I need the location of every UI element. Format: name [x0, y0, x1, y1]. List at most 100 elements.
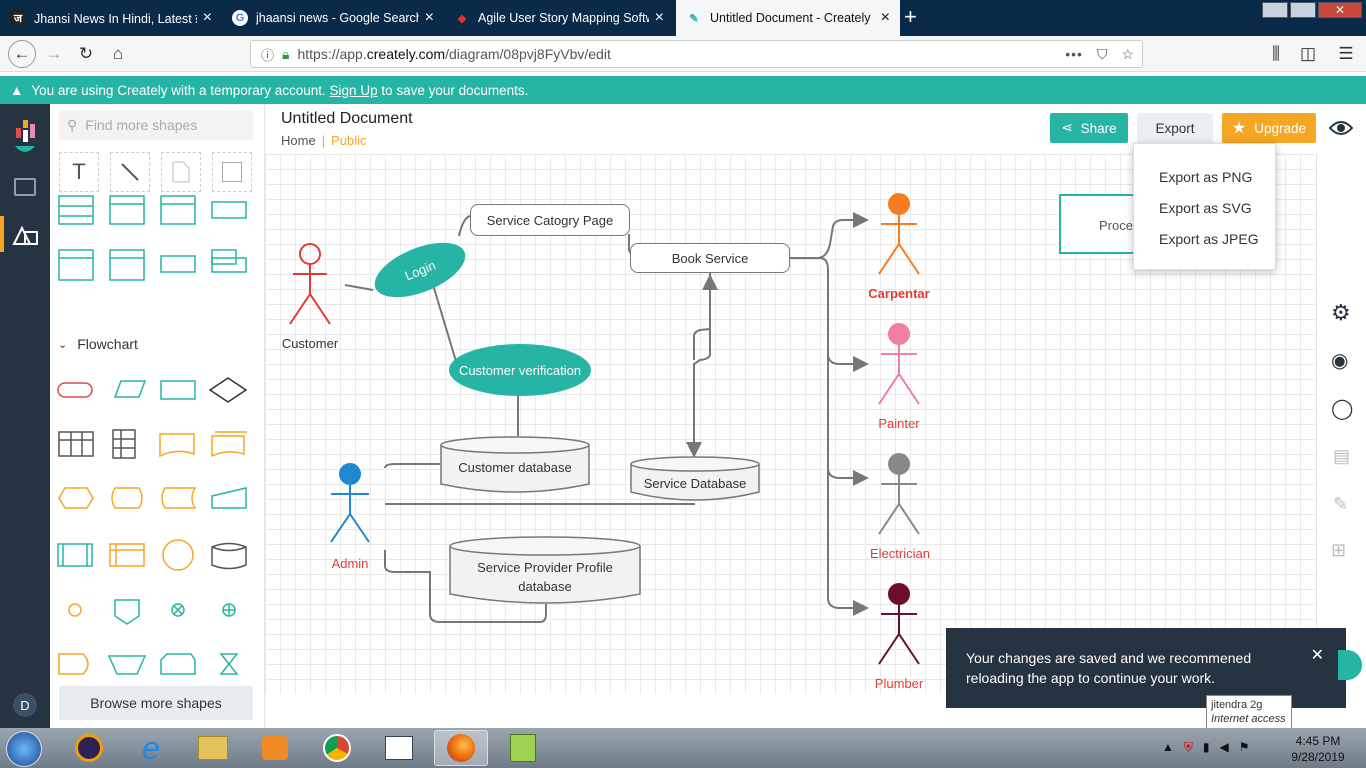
page-actions-icon[interactable]: •••	[1065, 46, 1083, 62]
tray-expand-icon[interactable]: ▲	[1162, 740, 1174, 755]
breadcrumb: Home | Public	[281, 133, 367, 148]
notes-icon[interactable]: ▤	[1333, 446, 1350, 467]
close-tab-icon[interactable]: ×	[203, 9, 212, 27]
comment-icon[interactable]: ◯	[1331, 396, 1353, 421]
notes-app-icon[interactable]	[372, 730, 426, 766]
sign-up-link[interactable]: Sign Up	[330, 83, 378, 98]
close-tab-icon[interactable]: ×	[881, 9, 890, 27]
search-placeholder: Find more shapes	[85, 117, 198, 133]
flag-icon[interactable]: ⚑	[1239, 740, 1250, 755]
plumber-label: Plumber	[874, 676, 924, 691]
url-path: /diagram/08pvj8FyVbv/edit	[445, 46, 611, 62]
chrome-icon[interactable]	[310, 730, 364, 766]
plumber-actor-icon[interactable]	[877, 582, 921, 666]
rectangle-tool-icon[interactable]	[212, 152, 252, 192]
firefox-icon[interactable]	[434, 730, 488, 766]
breadcrumb-home[interactable]: Home	[281, 133, 316, 148]
creately-logo-icon[interactable]	[12, 118, 38, 158]
active-indicator	[0, 216, 4, 252]
image-icon[interactable]	[14, 178, 36, 196]
browse-more-shapes-button[interactable]: Browse more shapes	[59, 686, 253, 720]
forward-icon[interactable]: →	[42, 42, 66, 66]
painter-actor-icon[interactable]	[877, 322, 921, 406]
network-tooltip: jitendra 2g Internet access	[1206, 695, 1292, 729]
book-service-box[interactable]: Book Service	[630, 243, 790, 273]
internet-explorer-icon[interactable]: e	[124, 730, 178, 766]
shape-search-input[interactable]: ⚲ Find more shapes	[59, 110, 253, 140]
google-favicon-icon: G	[232, 10, 248, 26]
customer-verification-ellipse[interactable]: Customer verification	[449, 344, 591, 396]
close-tab-icon[interactable]: ×	[425, 9, 434, 27]
painter-label: Painter	[878, 416, 920, 431]
minimize-icon[interactable]	[1262, 2, 1288, 18]
security-icon[interactable]: ⛨	[1184, 740, 1193, 755]
service-database-label: Service Database	[643, 476, 747, 491]
export-png-item[interactable]: Export as PNG	[1159, 169, 1252, 185]
window-close-icon[interactable]: ✕	[1318, 2, 1362, 18]
export-svg-item[interactable]: Export as SVG	[1159, 200, 1252, 216]
tab-agile-mapping[interactable]: ◆ Agile User Story Mapping Softw ×	[444, 0, 674, 36]
pocket-icon[interactable]: ⛉	[1097, 46, 1108, 63]
tab-google-search[interactable]: G jhaansi news - Google Search ×	[222, 0, 444, 36]
admin-label: Admin	[331, 556, 369, 571]
url-host: creately.com	[366, 46, 446, 62]
tab-jhansi-news[interactable]: ज Jhansi News In Hindi, Latest झां ×	[0, 0, 222, 36]
document-title[interactable]: Untitled Document	[281, 110, 413, 128]
export-jpeg-item[interactable]: Export as JPEG	[1159, 231, 1259, 247]
file-explorer-icon[interactable]	[186, 730, 240, 766]
reload-icon[interactable]: ↻	[74, 42, 98, 66]
text-tool-icon[interactable]: T	[59, 152, 99, 192]
address-bar[interactable]: ⓘ 🔒︎ https://app. creately.com/diagram/08…	[250, 40, 1143, 68]
back-icon[interactable]: ←	[8, 40, 36, 68]
carpentar-actor-icon[interactable]	[877, 192, 921, 276]
agile-favicon-icon: ◆	[457, 12, 467, 25]
media-player-icon[interactable]	[248, 730, 302, 766]
tab-title: Jhansi News In Hindi, Latest झां	[34, 11, 197, 26]
close-tab-icon[interactable]: ×	[655, 9, 664, 27]
sidebar-icon[interactable]: ◫	[1296, 42, 1320, 66]
palette-icon[interactable]: ◉	[1331, 348, 1348, 373]
volume-icon[interactable]: ◀	[1220, 740, 1229, 755]
provider-db-line2: database	[518, 579, 572, 594]
maximize-icon[interactable]	[1290, 2, 1316, 18]
customer-database-cylinder[interactable]: Customer database	[440, 436, 590, 494]
tab-title: Untitled Document - Creately	[710, 11, 871, 25]
tab-creately[interactable]: ✎ Untitled Document - Creately ×	[676, 0, 900, 36]
eclipse-icon[interactable]	[62, 730, 116, 766]
bookmark-star-icon[interactable]: ☆	[1121, 46, 1134, 63]
new-tab-icon[interactable]: +	[904, 4, 917, 30]
preview-eye-icon[interactable]	[1328, 118, 1354, 138]
info-icon[interactable]: ⓘ	[261, 45, 274, 64]
upgrade-button[interactable]: ★ Upgrade	[1222, 113, 1316, 143]
shapes-icon[interactable]	[12, 222, 40, 246]
flowchart-shapes-grid	[57, 372, 267, 682]
start-button[interactable]	[6, 731, 42, 767]
home-icon[interactable]: ⌂	[106, 42, 130, 66]
user-avatar[interactable]: D	[13, 693, 37, 717]
provider-database-cylinder[interactable]: Service Provider Profile database	[449, 536, 641, 606]
format-painter-icon[interactable]: ✎	[1333, 494, 1348, 515]
visibility-status[interactable]: Public	[331, 133, 366, 148]
export-button[interactable]: Export	[1137, 113, 1213, 143]
service-category-box[interactable]: Service Catogry Page	[470, 204, 630, 236]
chevron-down-icon: ⌄	[58, 338, 68, 351]
connector-tool-icon[interactable]	[110, 152, 150, 192]
network-icon[interactable]: ▮	[1203, 740, 1210, 755]
service-database-cylinder[interactable]: Service Database	[630, 456, 760, 502]
customer-actor-icon[interactable]	[285, 242, 335, 328]
library-icon[interactable]: ⫼	[1264, 42, 1288, 66]
notepadpp-icon[interactable]	[496, 730, 550, 766]
admin-actor-icon[interactable]	[329, 462, 371, 546]
hierarchy-icon[interactable]: ⊞	[1331, 540, 1346, 561]
close-toast-icon[interactable]: ✕	[1311, 646, 1324, 666]
clock[interactable]: 4:45 PM 9/28/2019	[1282, 733, 1354, 765]
menu-icon[interactable]: ☰	[1334, 42, 1358, 66]
page-settings-icon[interactable]: ⚙	[1331, 300, 1351, 326]
flowchart-section-header[interactable]: ⌄ Flowchart	[58, 336, 138, 352]
electrician-actor-icon[interactable]	[877, 452, 921, 536]
right-toolbar: ⚙ ◉ ◯ ▤ ✎ ⊞	[1316, 154, 1366, 694]
share-button[interactable]: ⋖ Share	[1050, 113, 1128, 143]
note-tool-icon[interactable]	[161, 152, 201, 192]
banner-text-end: to save your documents.	[377, 82, 529, 98]
table-shapes-grid	[57, 194, 267, 284]
